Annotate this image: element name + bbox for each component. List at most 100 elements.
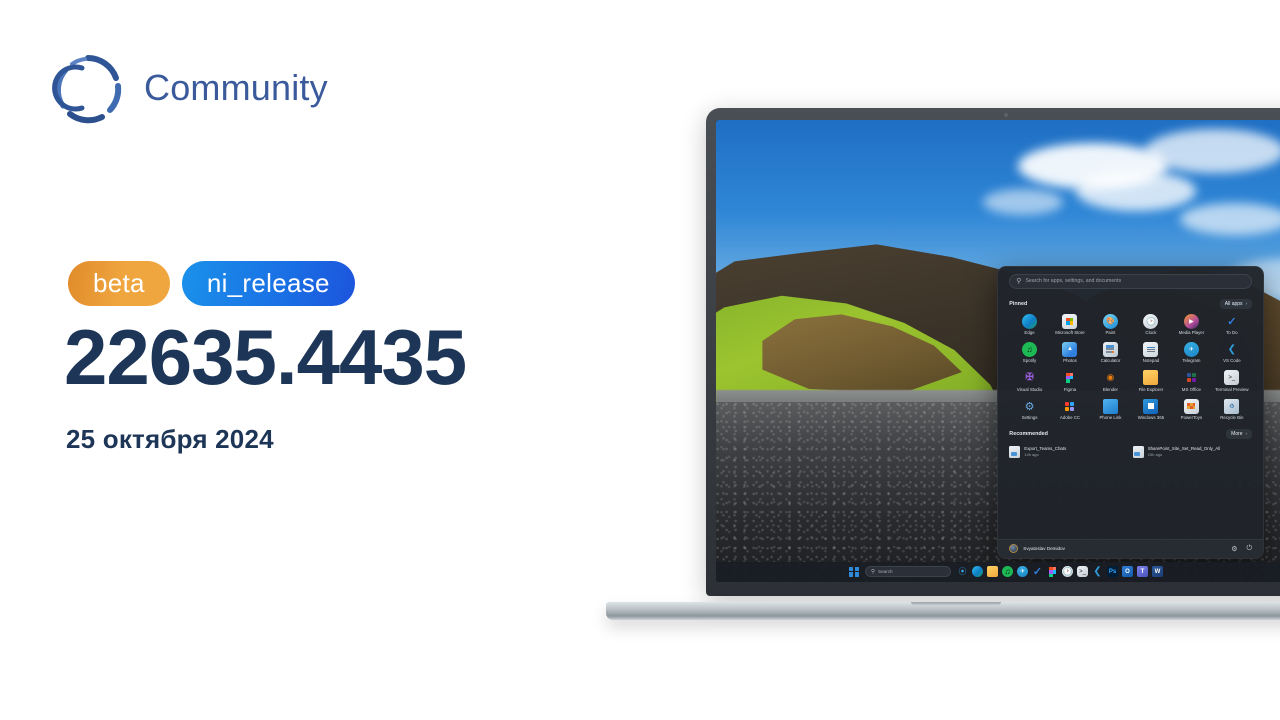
vs-code-icon: ❮ <box>1227 343 1237 355</box>
taskbar-item-vs-code[interactable]: ❮ <box>1092 566 1103 577</box>
photos-icon: ▲ <box>1062 341 1078 357</box>
terminal-icon: >_ <box>1077 566 1088 578</box>
file-explorer-icon <box>1143 370 1159 386</box>
recommended-item-name: SharePoint_Site_Set_Read_Only_All <box>1147 446 1221 452</box>
ms-office-icon <box>1184 370 1199 385</box>
pinned-app-windows-365[interactable]: Windows 365 <box>1131 398 1171 421</box>
edge-icon <box>1022 313 1038 329</box>
taskbar[interactable]: ⚲ Search ⦿ ♫ ✈ ✓ 🕑 >_ ❮ Ps O T W <box>716 561 1280 582</box>
release-badges: beta ni_release <box>68 261 355 306</box>
taskbar-item-photoshop[interactable]: Ps <box>1107 566 1118 578</box>
pinned-app-edge[interactable]: Edge <box>1009 313 1049 336</box>
pinned-app-visual-studio[interactable]: ✠ Visual Studio <box>1009 370 1049 392</box>
pinned-app-label: Spotify <box>1022 358 1037 364</box>
taskbar-item-spotify[interactable]: ♫ <box>1002 566 1013 578</box>
start-menu[interactable]: ⚲ Search for apps, settings, and documen… <box>997 265 1265 559</box>
windows-365-icon <box>1143 398 1159 414</box>
pinned-app-clock[interactable]: 🕑 Clock <box>1131 313 1171 336</box>
pinned-app-label: Visual Studio <box>1016 386 1043 392</box>
laptop-notch <box>911 602 1001 605</box>
vs-code-icon: ❮ <box>1093 566 1102 578</box>
taskbar-item-clock[interactable]: 🕑 <box>1062 566 1073 578</box>
recommended-item[interactable]: Export_Teams_Chats 14h ago <box>1009 445 1128 458</box>
taskbar-item-outlook[interactable]: O <box>1122 566 1133 578</box>
pinned-app-paint[interactable]: 🎨 Paint <box>1090 313 1130 336</box>
clock-icon: 🕑 <box>1143 313 1159 329</box>
avatar[interactable] <box>1009 544 1019 554</box>
clock-icon: 🕑 <box>1062 566 1073 578</box>
pinned-app-label: Clock <box>1145 330 1157 336</box>
taskbar-item-telegram[interactable]: ✈ <box>1017 566 1028 578</box>
taskbar-search-input[interactable]: ⚲ Search <box>865 566 951 578</box>
pinned-app-telegram[interactable]: ✈ Telegram <box>1171 341 1211 364</box>
pinned-app-settings[interactable]: ⚙ Settings <box>1009 399 1049 421</box>
to-do-icon: ✓ <box>1227 315 1237 328</box>
pinned-app-notepad[interactable]: Notepad <box>1131 341 1171 364</box>
pdf-document-icon <box>1009 445 1021 458</box>
all-apps-button[interactable]: All apps › <box>1219 298 1253 309</box>
pinned-app-label: Media Player <box>1178 330 1205 336</box>
recommended-item[interactable]: SharePoint_Site_Set_Read_Only_All 15h ago <box>1132 445 1252 458</box>
account-name[interactable]: Svyatoslav Demidov <box>1023 546 1065 551</box>
pinned-app-label: Notepad <box>1142 358 1160 364</box>
pinned-app-figma[interactable]: Figma <box>1050 370 1090 392</box>
recommended-item-time: 14h ago <box>1024 452 1039 458</box>
pinned-app-ms-office[interactable]: MS Office <box>1171 370 1211 392</box>
search-icon: ⚲ <box>1016 277 1022 285</box>
community-c-logo-icon <box>52 52 124 124</box>
pinned-app-adobe-cc[interactable]: Adobe CC <box>1050 399 1090 421</box>
pinned-apps-grid[interactable]: Edge Microsoft Store 🎨 Paint 🕑 Clock ▶ Media Pl… <box>1009 313 1252 421</box>
spotify-icon: ♫ <box>1002 566 1013 578</box>
pinned-app-recycle-bin[interactable]: ♻ Recycle Bin <box>1212 398 1252 421</box>
power-icon[interactable]: ⏻ <box>1247 545 1253 553</box>
pinned-app-powertoys[interactable]: PowerToys <box>1171 398 1211 421</box>
to-do-icon: ✓ <box>1032 566 1043 578</box>
taskbar-items[interactable]: ⦿ ♫ ✈ ✓ 🕑 >_ ❮ Ps O T W <box>957 566 1163 578</box>
settings-gear-icon: ⚙ <box>1024 400 1035 413</box>
taskbar-item-terminal[interactable]: >_ <box>1077 566 1088 578</box>
webcam-icon <box>1004 113 1008 117</box>
powertoys-icon <box>1183 398 1199 414</box>
photoshop-icon: Ps <box>1107 566 1118 578</box>
pinned-app-label: Recycle Bin <box>1220 415 1244 421</box>
phone-link-icon <box>1102 398 1118 414</box>
pinned-app-photos[interactable]: ▲ Photos <box>1050 341 1090 364</box>
pinned-app-microsoft-store[interactable]: Microsoft Store <box>1050 313 1090 336</box>
more-button[interactable]: More › <box>1226 428 1253 439</box>
settings-gear-icon[interactable]: ⚙ <box>1231 545 1237 553</box>
notepad-icon <box>1143 341 1159 357</box>
pinned-app-media-player[interactable]: ▶ Media Player <box>1171 313 1211 336</box>
laptop-base <box>606 602 1280 620</box>
taskbar-item-figma[interactable] <box>1047 566 1058 577</box>
copilot-icon: ⦿ <box>958 567 967 577</box>
taskbar-item-to-do[interactable]: ✓ <box>1032 566 1043 577</box>
pinned-app-label: Calculator <box>1100 358 1121 364</box>
start-menu-search-input[interactable]: ⚲ Search for apps, settings, and documen… <box>1009 273 1253 289</box>
all-apps-label: All apps <box>1224 300 1243 307</box>
pinned-app-label: Figma <box>1063 386 1077 392</box>
pinned-app-blender[interactable]: ◉ Blender <box>1090 370 1130 392</box>
pinned-app-label: Blender <box>1102 386 1119 392</box>
edge-icon <box>972 566 983 578</box>
chevron-right-icon: › <box>1245 301 1248 307</box>
pinned-app-calculator[interactable]: Calculator <box>1090 341 1130 364</box>
recommended-list[interactable]: Export_Teams_Chats 14h ago SharePoint_Site… <box>1009 445 1252 458</box>
taskbar-item-copilot[interactable]: ⦿ <box>957 566 968 577</box>
pinned-app-to-do[interactable]: ✓ To Do <box>1212 314 1252 336</box>
pinned-app-spotify[interactable]: ♫ Spotify <box>1009 341 1049 364</box>
pinned-app-file-explorer[interactable]: File Explorer <box>1131 370 1171 392</box>
brand-lockup: Community <box>52 52 328 124</box>
telegram-icon: ✈ <box>1183 341 1199 357</box>
taskbar-item-edge[interactable] <box>972 566 983 578</box>
pinned-app-terminal-preview[interactable]: >_ Terminal Preview <box>1212 370 1252 392</box>
windows-start-icon[interactable] <box>849 566 859 577</box>
taskbar-item-teams[interactable]: T <box>1137 566 1148 578</box>
start-menu-footer: Svyatoslav Demidov ⚙ ⏻ <box>998 538 1264 558</box>
taskbar-item-file-explorer[interactable] <box>987 566 998 578</box>
pinned-app-label: To Do <box>1226 330 1238 336</box>
pinned-app-phone-link[interactable]: Phone Link <box>1090 398 1130 421</box>
laptop-lid: ⚲ Search for apps, settings, and documen… <box>706 108 1280 596</box>
taskbar-item-word[interactable]: W <box>1152 566 1163 578</box>
pinned-app-label: Windows 365 <box>1137 415 1165 421</box>
pinned-app-vs-code[interactable]: ❮ VS Code <box>1212 342 1252 364</box>
